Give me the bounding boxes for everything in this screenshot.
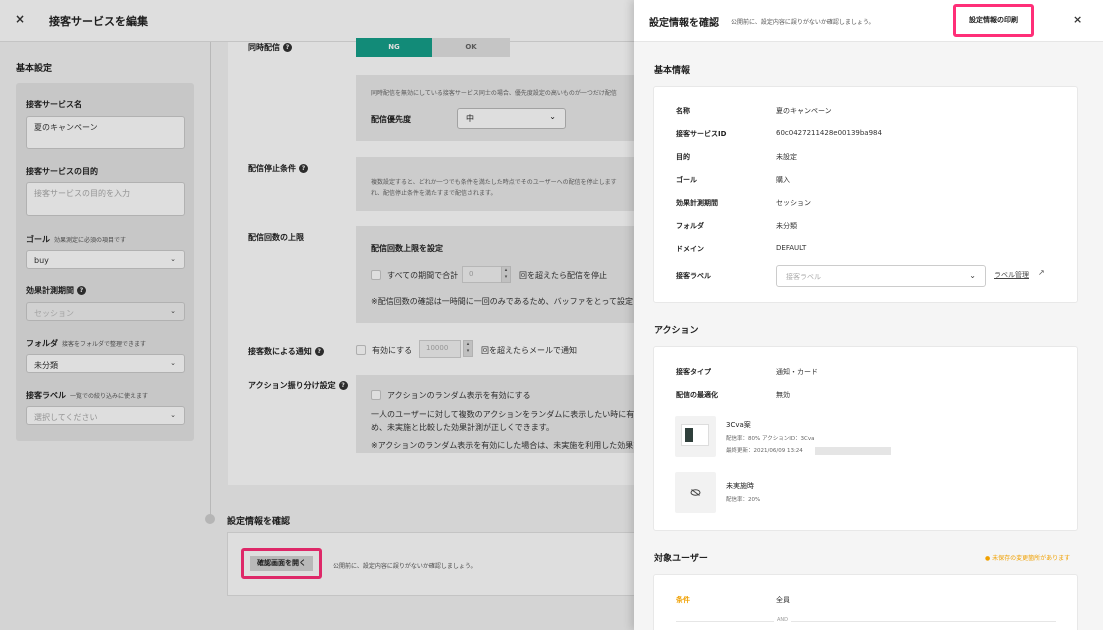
target-title: 対象ユーザー	[654, 554, 708, 564]
info-key: ゴール	[676, 176, 697, 184]
info-value: 未設定	[776, 153, 797, 161]
info-key: 効果計測期間	[676, 199, 718, 207]
no-action-meta: 配信率：20%	[726, 497, 761, 503]
panel-subtitle: 公開前に、設定内容に誤りがないか確認しましょう。	[731, 19, 875, 26]
close-icon[interactable]: ×	[1073, 13, 1082, 26]
action-meta: 配信率：80% アクションID：3Cva	[726, 436, 815, 442]
print-button[interactable]: 設定情報の印刷	[953, 4, 1034, 37]
panel-title: 設定情報を確認	[649, 18, 719, 29]
action-card	[653, 346, 1078, 531]
action-name[interactable]: 3Cva案	[726, 420, 751, 430]
basic-info-title: 基本情報	[654, 66, 691, 76]
info-value: 未分類	[776, 222, 797, 230]
overlay-backdrop[interactable]	[0, 0, 634, 630]
chevron-down-icon: ⌄	[969, 271, 976, 280]
no-action-name: 未実施時	[726, 482, 754, 490]
label-management-link[interactable]: ラベル管理	[994, 270, 1029, 280]
info-value: 購入	[776, 176, 790, 184]
opt-key: 配信の最適化	[676, 391, 718, 399]
label-placeholder: 接客ラベル	[786, 273, 821, 281]
and-divider	[676, 621, 1056, 622]
external-link-icon[interactable]: ↗	[1038, 268, 1045, 277]
info-key: 目的	[676, 153, 690, 161]
info-key: 接客サービスID	[676, 130, 727, 138]
type-key: 接客タイプ	[676, 368, 711, 376]
info-value: 夏のキャンペーン	[776, 107, 832, 115]
action-title: アクション	[654, 326, 699, 336]
confirm-panel: 設定情報を確認 公開前に、設定内容に誤りがないか確認しましょう。 設定情報の印刷…	[634, 0, 1103, 630]
info-value: 60c0427211428e00139ba984	[776, 129, 882, 137]
unsaved-indicator: ● 未保存の変更箇所があります	[985, 555, 1071, 562]
panel-header: 設定情報を確認 公開前に、設定内容に誤りがないか確認しましょう。 設定情報の印刷…	[634, 0, 1103, 42]
label-select[interactable]: 接客ラベル ⌄	[776, 265, 986, 287]
info-key: フォルダ	[676, 222, 704, 230]
eye-off-icon	[690, 489, 701, 496]
action-updated: 最終更新：2021/06/09 13:24	[726, 448, 803, 454]
no-action-thumbnail	[675, 472, 716, 513]
redacted-user	[815, 447, 891, 455]
and-label: AND	[774, 617, 792, 623]
condition-value: 全員	[776, 596, 790, 604]
action-preview-image	[681, 424, 709, 446]
info-key: ドメイン	[676, 245, 704, 253]
type-value: 通知・カード	[776, 368, 818, 376]
label-key: 接客ラベル	[676, 272, 711, 280]
action-thumbnail[interactable]	[675, 416, 716, 457]
opt-value: 無効	[776, 391, 790, 399]
print-button-label: 設定情報の印刷	[969, 16, 1018, 24]
condition-key: 条件	[676, 596, 690, 604]
info-value: DEFAULT	[776, 244, 807, 252]
info-key: 名称	[676, 107, 690, 115]
info-value: セッション	[776, 199, 811, 207]
